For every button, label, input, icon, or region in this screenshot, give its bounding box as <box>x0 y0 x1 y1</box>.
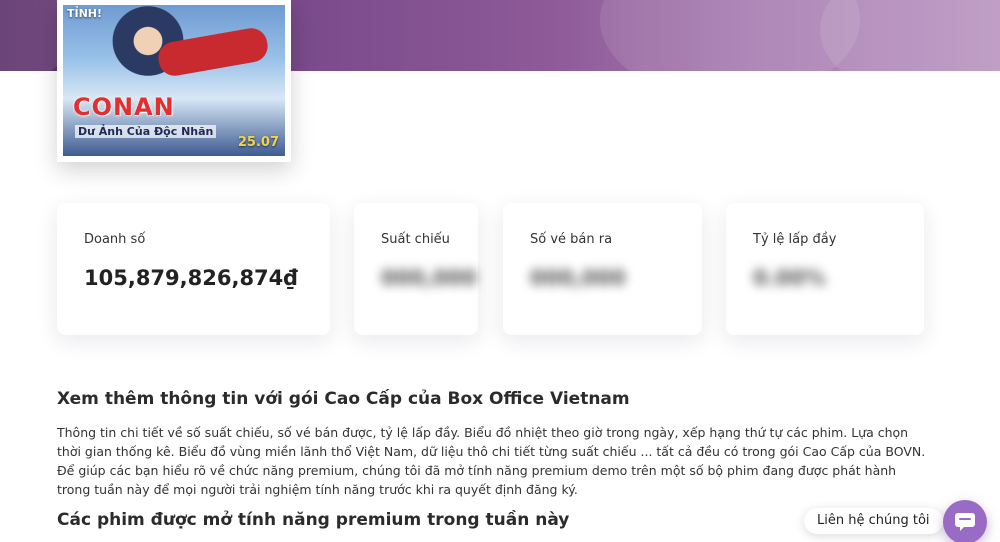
stat-label: Doanh số <box>84 232 146 247</box>
premium-demo-note: Để giúp các bạn hiểu rõ về chức năng pre… <box>57 463 897 497</box>
poster-logo: CONAN <box>73 93 175 121</box>
stat-card-tickets: Số vé bán ra 000,000 <box>503 203 702 335</box>
stat-value-hidden: 000,000 <box>530 266 626 290</box>
poster-date: 25.07 <box>237 135 279 150</box>
stat-card-revenue: Doanh số 105,879,826,874₫ <box>57 203 330 335</box>
chat-button[interactable] <box>943 500 987 542</box>
hero-decoration <box>820 0 1000 71</box>
movie-poster[interactable]: TỈNH! CONAN Dư Ảnh Của Độc Nhãn 25.07 <box>57 0 291 162</box>
stat-label: Tỷ lệ lấp đầy <box>753 232 837 247</box>
week-movies-title: Các phim được mở tính năng premium trong… <box>57 510 570 530</box>
stat-card-occupancy: Tỷ lệ lấp đầy 0.00% <box>726 203 924 335</box>
contact-label[interactable]: Liên hệ chúng tôi <box>804 508 943 534</box>
stat-value: 105,879,826,874₫ <box>84 266 298 290</box>
stat-label: Suất chiếu <box>381 232 450 247</box>
stat-value-hidden: 000,000 <box>381 266 477 290</box>
premium-description: Thông tin chi tiết về số suất chiếu, số … <box>57 425 926 459</box>
stat-card-showtimes: Suất chiếu 000,000 <box>354 203 478 335</box>
poster-image: TỈNH! CONAN Dư Ảnh Của Độc Nhãn 25.07 <box>63 5 285 156</box>
stat-label: Số vé bán ra <box>530 232 613 247</box>
stat-value-hidden: 0.00% <box>753 266 826 290</box>
chat-icon <box>955 513 975 531</box>
poster-subtitle: Dư Ảnh Của Độc Nhãn <box>75 125 217 138</box>
premium-title: Xem thêm thông tin với gói Cao Cấp của B… <box>57 389 630 409</box>
